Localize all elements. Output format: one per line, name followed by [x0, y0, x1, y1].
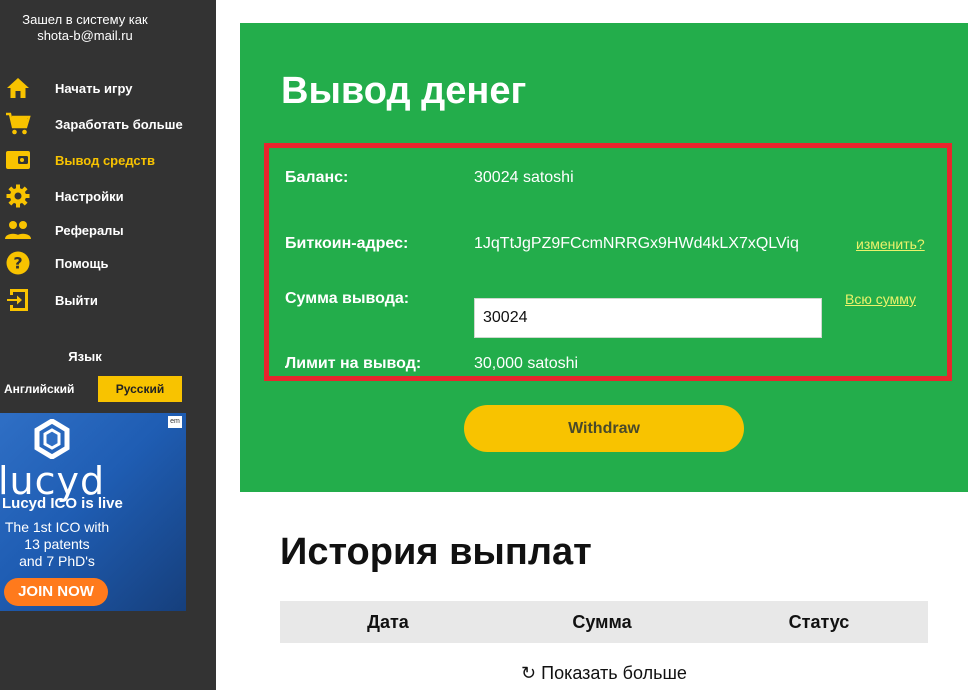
column-header-status[interactable]: Статус — [711, 601, 927, 643]
sidebar-item-label: Начать игру — [55, 80, 133, 96]
limit-value: 30,000 satoshi — [474, 355, 579, 372]
ad-headline: Lucyd ICO is live — [2, 495, 123, 512]
column-header-date[interactable]: Дата — [280, 601, 496, 643]
svg-text:?: ? — [13, 254, 22, 273]
sidebar-item-label: Рефералы — [55, 222, 124, 238]
lucyd-logo-icon — [34, 419, 70, 459]
sidebar-item-label: Вывод средств — [55, 152, 156, 168]
ad-join-button[interactable]: JOIN NOW — [4, 578, 108, 606]
sidebar-item-logout[interactable]: Выйти — [0, 285, 216, 315]
login-email: shota-b@mail.ru — [37, 28, 133, 43]
withdraw-all-link[interactable]: Всю сумму — [845, 291, 916, 307]
ad-banner[interactable]: lucyd Lucyd ICO is live The 1st ICO with… — [0, 413, 186, 611]
login-caption: Зашел в систему как — [22, 12, 148, 27]
show-more-label: Показать больше — [541, 663, 687, 683]
logout-icon — [5, 287, 31, 313]
balance-label: Баланс: — [285, 169, 349, 186]
address-label: Биткоин-адрес: — [285, 235, 409, 252]
column-header-amount[interactable]: Сумма — [494, 601, 710, 643]
history-title: История выплат — [280, 531, 592, 573]
sidebar-item-help[interactable]: ? Помощь — [0, 248, 216, 278]
refresh-icon: ↻ — [521, 663, 537, 683]
cart-icon — [5, 111, 31, 137]
ad-badge: em — [168, 416, 182, 428]
sidebar-item-earn-more[interactable]: Заработать больше — [0, 109, 216, 139]
amount-label: Сумма вывода: — [285, 290, 410, 307]
sidebar-item-referrals[interactable]: Рефералы — [0, 215, 216, 245]
users-icon — [5, 217, 31, 243]
sidebar-item-start-game[interactable]: Начать игру — [0, 73, 216, 103]
sidebar-item-label: Помощь — [55, 255, 109, 271]
balance-value: 30024 satoshi — [474, 169, 574, 186]
change-address-link[interactable]: изменить? — [856, 236, 925, 252]
sidebar-item-label: Настройки — [55, 188, 124, 204]
home-icon — [5, 75, 31, 101]
withdraw-button[interactable]: Withdraw — [464, 405, 744, 452]
gear-icon — [5, 183, 31, 209]
ad-text: The 1st ICO with 13 patents and 7 PhD's — [2, 519, 112, 570]
language-option-english[interactable]: Английский — [4, 377, 96, 401]
help-icon: ? — [5, 250, 31, 276]
ad-text-line: 13 patents — [24, 536, 90, 552]
sidebar-item-withdraw[interactable]: Вывод средств — [0, 145, 216, 175]
sidebar-item-label: Выйти — [55, 292, 98, 308]
limit-label: Лимит на вывод: — [285, 355, 422, 372]
address-value: 1JqTtJgPZ9FCcmNRRGx9HWd4kLX7xQLViq — [474, 235, 799, 252]
login-info: Зашел в систему как shota-b@mail.ru — [0, 12, 170, 44]
ad-text-line: and 7 PhD's — [19, 553, 95, 569]
show-more-button[interactable]: ↻ Показать больше — [280, 663, 928, 684]
withdraw-panel: Вывод денег Баланс: 30024 satoshi Биткои… — [240, 23, 968, 492]
amount-input[interactable] — [474, 298, 822, 338]
wallet-icon — [5, 147, 31, 173]
sidebar: Зашел в систему как shota-b@mail.ru Нача… — [0, 0, 216, 690]
sidebar-item-settings[interactable]: Настройки — [0, 181, 216, 211]
history-table-header: Дата Сумма Статус — [280, 601, 928, 643]
withdraw-form: Баланс: 30024 satoshi Биткоин-адрес: 1Jq… — [264, 143, 952, 381]
ad-text-line: The 1st ICO with — [4, 519, 110, 535]
page-title: Вывод денег — [281, 70, 527, 112]
language-title: Язык — [68, 349, 102, 364]
language-option-russian[interactable]: Русский — [98, 376, 182, 402]
sidebar-item-label: Заработать больше — [55, 116, 183, 132]
